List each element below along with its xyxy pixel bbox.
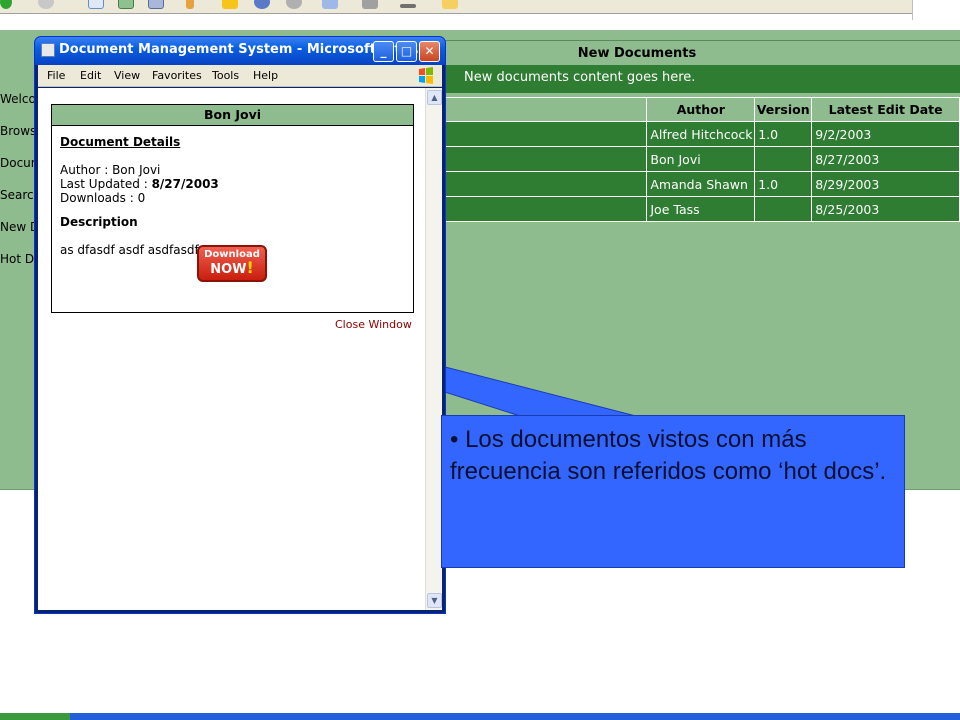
menu-tools[interactable]: Tools — [212, 69, 239, 82]
author-line: Author : Bon Jovi — [60, 163, 161, 177]
description-heading: Description — [60, 215, 138, 229]
popup-titlebar[interactable]: Document Management System - Microsoft I… — [35, 37, 445, 65]
download-exclamation: ! — [246, 258, 254, 277]
download-now-label-wrap: NOW! — [199, 258, 265, 277]
last-updated-line: Last Updated : 8/27/2003 — [60, 177, 219, 191]
maximize-button[interactable]: □ — [396, 41, 417, 62]
callout-text: • Los documentos vistos con más frecuenc… — [450, 426, 887, 485]
document-name: Bon Jovi — [52, 105, 413, 126]
menu-favorites[interactable]: Favorites — [152, 69, 202, 82]
menu-edit[interactable]: Edit — [80, 69, 101, 82]
ie-page-icon — [41, 43, 55, 57]
popup-content: Bon Jovi Document Details Author : Bon J… — [38, 88, 442, 610]
vertical-scrollbar[interactable]: ▲ ▼ — [425, 88, 442, 610]
scroll-down-icon[interactable]: ▼ — [427, 593, 442, 608]
download-now-label: NOW — [210, 262, 247, 277]
last-updated-label: Last Updated : — [60, 177, 152, 191]
download-now-button[interactable]: Download NOW! — [197, 245, 267, 282]
callout-box: • Los documentos vistos con más frecuenc… — [441, 415, 905, 568]
menu-file[interactable]: File — [47, 69, 65, 82]
close-window-link[interactable]: Close Window — [335, 318, 412, 331]
screen: Welco Brows Docum Search New D Hot Do Ne… — [0, 0, 960, 720]
menu-view[interactable]: View — [114, 69, 140, 82]
minimize-button[interactable]: _ — [373, 41, 394, 62]
document-details-heading: Document Details — [60, 135, 181, 149]
windows-logo-icon — [419, 67, 433, 84]
popup-menubar: File Edit View Favorites Tools Help — [38, 65, 442, 87]
document-detail-box: Bon Jovi Document Details Author : Bon J… — [51, 104, 414, 313]
popup-window: Document Management System - Microsoft I… — [34, 36, 446, 614]
last-updated-value: 8/27/2003 — [151, 177, 219, 191]
scroll-up-icon[interactable]: ▲ — [427, 90, 442, 105]
downloads-line: Downloads : 0 — [60, 191, 146, 205]
menu-help[interactable]: Help — [253, 69, 278, 82]
description-text: as dfasdf asdf asdfasdf — [60, 243, 199, 257]
close-button[interactable]: ✕ — [419, 41, 440, 62]
